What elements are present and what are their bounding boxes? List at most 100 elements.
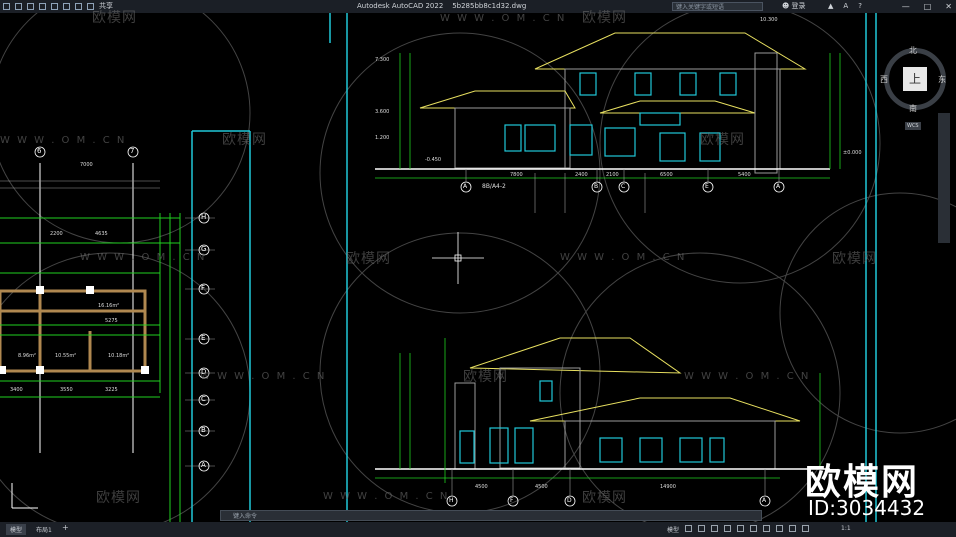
elev1-axis-b: B [594, 183, 599, 190]
lineweight-icon[interactable] [750, 525, 757, 532]
crosshair-cursor [432, 232, 484, 284]
selection-cycling-icon[interactable] [776, 525, 783, 532]
navigation-bar[interactable] [938, 113, 950, 243]
dim-5275: 5275 [105, 318, 118, 324]
annotation-icon[interactable] [789, 525, 796, 532]
watermark-url-6: W W W . O M . C N [323, 491, 450, 502]
room-area-3: 10.55m² [55, 353, 77, 359]
grid-label-e: E [201, 334, 206, 342]
transparency-icon[interactable] [763, 525, 770, 532]
help-icon[interactable]: ? [858, 0, 862, 13]
watermark-id: ID:3034432 [808, 496, 926, 520]
tab-layout1[interactable]: 布局1 [34, 524, 54, 535]
elev2-axis-h: H [449, 497, 454, 504]
floor-plan [0, 146, 215, 522]
window-title: Autodesk AutoCAD 2022 5b285bb8c1d32.dwg [357, 0, 526, 13]
watermark-circles [0, 13, 956, 522]
level-7300: 7.300 [375, 57, 390, 63]
watermark-url-3: W W W . O M . C N [560, 252, 687, 263]
tab-model[interactable]: 模型 [6, 524, 27, 535]
autodesk-a-icon[interactable]: A [843, 0, 848, 13]
dim-2200: 2200 [50, 231, 63, 237]
compass-north[interactable]: 北 [909, 45, 917, 56]
watermark-url-5: W W W . O M . C N [684, 371, 811, 382]
elev1-axis-a2: A [776, 183, 781, 190]
file-name: 5b285bb8c1d32.dwg [452, 2, 527, 10]
login-button[interactable]: ☻ 登录 [782, 0, 806, 13]
dim-3225: 3225 [105, 387, 118, 393]
status-bar: 模型 布局1 + 模型 1:1 [0, 522, 956, 537]
elev1-axis-c: C [621, 183, 626, 190]
elev1-axis-a: A [463, 183, 468, 190]
watermark-9: 欧模网 [582, 490, 627, 506]
watermark-1: 欧模网 [92, 10, 137, 26]
elev1-dim-2100: 2100 [606, 172, 619, 178]
grid-icon[interactable] [685, 525, 692, 532]
elevation-2 [375, 337, 830, 507]
window-controls: — □ ✕ [902, 0, 952, 13]
watermark-url-1: W W W . O M . C N [0, 135, 127, 146]
viewcube-top-face[interactable]: 上 [903, 67, 927, 91]
cart-icon[interactable]: ▲ [828, 0, 833, 13]
cad-drawing [0, 13, 956, 522]
grid-label-7: 7 [130, 147, 135, 155]
elevation-1 [375, 32, 841, 213]
new-file-icon[interactable] [3, 3, 10, 10]
watermark-6: 欧模网 [832, 251, 877, 267]
grid-label-c: C [201, 395, 206, 403]
grid-label-b: B [201, 426, 206, 434]
watermark-4: 欧模网 [700, 132, 745, 148]
room-area-4: 10.18m² [108, 353, 130, 359]
print-icon[interactable] [63, 3, 70, 10]
polar-icon[interactable] [724, 525, 731, 532]
level-0000: ±0.000 [843, 150, 862, 156]
login-label: 登录 [791, 2, 806, 10]
grid-label-a: A [201, 461, 206, 469]
wcs-menu[interactable]: WCS [905, 122, 921, 130]
annotation-scale[interactable]: 1:1 [841, 525, 851, 532]
maximize-icon[interactable]: □ [924, 0, 932, 13]
room-area-2: 8.96m² [18, 353, 37, 359]
elev2-dim-4500b: 4500 [535, 484, 548, 490]
app-name: Autodesk AutoCAD 2022 [357, 2, 444, 10]
level-10300: 10.300 [760, 17, 778, 23]
level-1200: 1.200 [375, 135, 390, 141]
close-icon[interactable]: ✕ [945, 0, 952, 13]
search-input[interactable]: 键入关键字或短语 [672, 2, 763, 11]
compass-south[interactable]: 南 [909, 103, 917, 114]
elev1-label: 8B/A4-2 [482, 183, 506, 190]
sheet-borders [191, 13, 877, 522]
snap-icon[interactable] [698, 525, 705, 532]
save-icon[interactable] [27, 3, 34, 10]
drawing-canvas[interactable]: 6 7 H G F E D C B A 7000 2200 4635 5275 … [0, 10, 956, 522]
watermark-url-7: W W W . O M . C N [440, 13, 567, 24]
level-3600: 3.600 [375, 109, 390, 115]
open-file-icon[interactable] [15, 3, 22, 10]
minimize-icon[interactable]: — [902, 0, 910, 13]
add-layout-button[interactable]: + [62, 523, 69, 532]
workspace-icon[interactable] [802, 525, 809, 532]
model-space-toggle[interactable]: 模型 [667, 525, 679, 534]
save-as-icon[interactable] [39, 3, 46, 10]
elev2-axis-f: F [510, 497, 514, 504]
dim-3550: 3550 [60, 387, 73, 393]
watermark-url-2: W W W . O M . C N [80, 252, 207, 263]
grid-label-h: H [201, 213, 207, 221]
level-neg-0450: -0.450 [425, 157, 442, 163]
elev1-dim-6500: 6500 [660, 172, 673, 178]
ortho-icon[interactable] [711, 525, 718, 532]
osnap-icon[interactable] [737, 525, 744, 532]
titlebar-icons: ▲ A ? [828, 0, 862, 13]
compass-west[interactable]: 西 [880, 74, 888, 85]
compass-east[interactable]: 东 [938, 74, 946, 85]
title-bar: 共享 Autodesk AutoCAD 2022 5b285bb8c1d32.d… [0, 0, 956, 13]
watermark-url-4: W W W . O M . C N [200, 371, 327, 382]
elev2-axis-a: A [762, 497, 767, 504]
web-open-icon[interactable] [51, 3, 58, 10]
command-line-input[interactable]: 键入命令 [220, 510, 762, 521]
grid-label-6: 6 [37, 147, 42, 155]
undo-icon[interactable] [75, 3, 82, 10]
elev2-dim-14900: 14900 [660, 484, 676, 490]
viewcube[interactable]: 上 [884, 48, 946, 110]
elev1-dim-5400: 5400 [738, 172, 751, 178]
